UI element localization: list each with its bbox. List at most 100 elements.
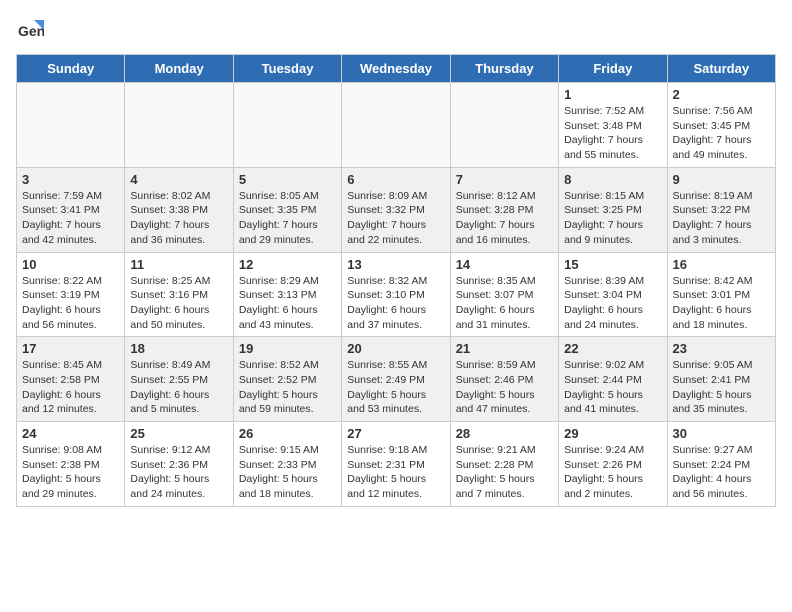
weekday-header-wednesday: Wednesday: [342, 55, 450, 83]
calendar-cell: [125, 83, 233, 168]
calendar-cell: 26 Sunrise: 9:15 AM Sunset: 2:33 PM Dayli…: [233, 422, 341, 507]
day-info: Sunrise: 8:32 AM Sunset: 3:10 PM Dayligh…: [347, 274, 444, 333]
day-number: 16: [673, 257, 770, 272]
day-number: 27: [347, 426, 444, 441]
day-number: 26: [239, 426, 336, 441]
day-info: Sunrise: 8:25 AM Sunset: 3:16 PM Dayligh…: [130, 274, 227, 333]
day-info: Sunrise: 8:45 AM Sunset: 2:58 PM Dayligh…: [22, 358, 119, 417]
calendar-cell: [342, 83, 450, 168]
day-number: 19: [239, 341, 336, 356]
calendar-cell: 25Sunrise: 9:12 AM Sunset: 2:36 PM Dayli…: [125, 422, 233, 507]
day-number: 23: [673, 341, 770, 356]
day-number: 9: [673, 172, 770, 187]
day-info: Sunrise: 8:29 AM Sunset: 3:13 PM Dayligh…: [239, 274, 336, 333]
calendar-cell: 18 Sunrise: 8:49 AM Sunset: 2:55 PM Dayli…: [125, 337, 233, 422]
calendar-week-2: 3Sunrise: 7:59 AM Sunset: 3:41 PM Daylig…: [17, 167, 776, 252]
calendar-week-5: 24 Sunrise: 9:08 AM Sunset: 2:38 PM Dayli…: [17, 422, 776, 507]
day-number: 5: [239, 172, 336, 187]
day-info: Sunrise: 8:02 AM Sunset: 3:38 PM Dayligh…: [130, 189, 227, 248]
day-number: 18: [130, 341, 227, 356]
calendar-cell: 4 Sunrise: 8:02 AM Sunset: 3:38 PM Daylig…: [125, 167, 233, 252]
day-info: Sunrise: 8:49 AM Sunset: 2:55 PM Dayligh…: [130, 358, 227, 417]
day-number: 11: [130, 257, 227, 272]
calendar-cell: 6 Sunrise: 8:09 AM Sunset: 3:32 PM Daylig…: [342, 167, 450, 252]
calendar-cell: 3Sunrise: 7:59 AM Sunset: 3:41 PM Daylig…: [17, 167, 125, 252]
day-number: 24: [22, 426, 119, 441]
day-number: 17: [22, 341, 119, 356]
calendar-week-3: 10Sunrise: 8:22 AM Sunset: 3:19 PM Dayli…: [17, 252, 776, 337]
calendar-cell: 21 Sunrise: 8:59 AM Sunset: 2:46 PM Dayli…: [450, 337, 558, 422]
day-number: 8: [564, 172, 661, 187]
calendar-week-4: 17 Sunrise: 8:45 AM Sunset: 2:58 PM Dayli…: [17, 337, 776, 422]
day-number: 25: [130, 426, 227, 441]
day-info: Sunrise: 7:56 AM Sunset: 3:45 PM Dayligh…: [673, 104, 770, 163]
calendar-cell: 2 Sunrise: 7:56 AM Sunset: 3:45 PM Daylig…: [667, 83, 775, 168]
calendar-week-1: 1 Sunrise: 7:52 AM Sunset: 3:48 PM Daylig…: [17, 83, 776, 168]
calendar-cell: 27Sunrise: 9:18 AM Sunset: 2:31 PM Dayli…: [342, 422, 450, 507]
header: Gen: [16, 16, 776, 44]
calendar-cell: 29 Sunrise: 9:24 AM Sunset: 2:26 PM Dayli…: [559, 422, 667, 507]
calendar-cell: 24 Sunrise: 9:08 AM Sunset: 2:38 PM Dayli…: [17, 422, 125, 507]
day-info: Sunrise: 8:55 AM Sunset: 2:49 PM Dayligh…: [347, 358, 444, 417]
calendar-cell: [450, 83, 558, 168]
logo: Gen: [16, 16, 48, 44]
day-number: 22: [564, 341, 661, 356]
day-number: 15: [564, 257, 661, 272]
day-info: Sunrise: 9:27 AM Sunset: 2:24 PM Dayligh…: [673, 443, 770, 502]
calendar-cell: 30 Sunrise: 9:27 AM Sunset: 2:24 PM Dayli…: [667, 422, 775, 507]
weekday-header-sunday: Sunday: [17, 55, 125, 83]
day-info: Sunrise: 8:12 AM Sunset: 3:28 PM Dayligh…: [456, 189, 553, 248]
day-number: 30: [673, 426, 770, 441]
day-info: Sunrise: 7:59 AM Sunset: 3:41 PM Dayligh…: [22, 189, 119, 248]
day-number: 20: [347, 341, 444, 356]
weekday-header-saturday: Saturday: [667, 55, 775, 83]
day-info: Sunrise: 8:05 AM Sunset: 3:35 PM Dayligh…: [239, 189, 336, 248]
calendar-cell: 1 Sunrise: 7:52 AM Sunset: 3:48 PM Daylig…: [559, 83, 667, 168]
day-info: Sunrise: 8:52 AM Sunset: 2:52 PM Dayligh…: [239, 358, 336, 417]
calendar-cell: 17 Sunrise: 8:45 AM Sunset: 2:58 PM Dayli…: [17, 337, 125, 422]
day-info: Sunrise: 8:39 AM Sunset: 3:04 PM Dayligh…: [564, 274, 661, 333]
day-info: Sunrise: 9:15 AM Sunset: 2:33 PM Dayligh…: [239, 443, 336, 502]
weekday-header-row: SundayMondayTuesdayWednesdayThursdayFrid…: [17, 55, 776, 83]
day-number: 2: [673, 87, 770, 102]
day-number: 4: [130, 172, 227, 187]
calendar-cell: 16 Sunrise: 8:42 AM Sunset: 3:01 PM Dayli…: [667, 252, 775, 337]
day-number: 21: [456, 341, 553, 356]
calendar: SundayMondayTuesdayWednesdayThursdayFrid…: [16, 54, 776, 507]
calendar-cell: [17, 83, 125, 168]
calendar-cell: [233, 83, 341, 168]
calendar-cell: 10Sunrise: 8:22 AM Sunset: 3:19 PM Dayli…: [17, 252, 125, 337]
weekday-header-monday: Monday: [125, 55, 233, 83]
day-info: Sunrise: 9:05 AM Sunset: 2:41 PM Dayligh…: [673, 358, 770, 417]
day-info: Sunrise: 9:02 AM Sunset: 2:44 PM Dayligh…: [564, 358, 661, 417]
weekday-header-friday: Friday: [559, 55, 667, 83]
day-info: Sunrise: 8:22 AM Sunset: 3:19 PM Dayligh…: [22, 274, 119, 333]
weekday-header-tuesday: Tuesday: [233, 55, 341, 83]
calendar-cell: 15 Sunrise: 8:39 AM Sunset: 3:04 PM Dayli…: [559, 252, 667, 337]
day-info: Sunrise: 9:21 AM Sunset: 2:28 PM Dayligh…: [456, 443, 553, 502]
calendar-cell: 14Sunrise: 8:35 AM Sunset: 3:07 PM Dayli…: [450, 252, 558, 337]
calendar-cell: 11 Sunrise: 8:25 AM Sunset: 3:16 PM Dayli…: [125, 252, 233, 337]
day-info: Sunrise: 8:42 AM Sunset: 3:01 PM Dayligh…: [673, 274, 770, 333]
calendar-cell: 13 Sunrise: 8:32 AM Sunset: 3:10 PM Dayli…: [342, 252, 450, 337]
calendar-cell: 12 Sunrise: 8:29 AM Sunset: 3:13 PM Dayli…: [233, 252, 341, 337]
calendar-cell: 7Sunrise: 8:12 AM Sunset: 3:28 PM Daylig…: [450, 167, 558, 252]
day-info: Sunrise: 8:35 AM Sunset: 3:07 PM Dayligh…: [456, 274, 553, 333]
calendar-cell: 19 Sunrise: 8:52 AM Sunset: 2:52 PM Dayli…: [233, 337, 341, 422]
calendar-cell: 28Sunrise: 9:21 AM Sunset: 2:28 PM Dayli…: [450, 422, 558, 507]
day-number: 12: [239, 257, 336, 272]
day-info: Sunrise: 8:09 AM Sunset: 3:32 PM Dayligh…: [347, 189, 444, 248]
day-number: 1: [564, 87, 661, 102]
day-info: Sunrise: 9:24 AM Sunset: 2:26 PM Dayligh…: [564, 443, 661, 502]
day-info: Sunrise: 9:08 AM Sunset: 2:38 PM Dayligh…: [22, 443, 119, 502]
day-number: 29: [564, 426, 661, 441]
day-info: Sunrise: 8:59 AM Sunset: 2:46 PM Dayligh…: [456, 358, 553, 417]
calendar-cell: 8 Sunrise: 8:15 AM Sunset: 3:25 PM Daylig…: [559, 167, 667, 252]
calendar-cell: 5 Sunrise: 8:05 AM Sunset: 3:35 PM Daylig…: [233, 167, 341, 252]
day-number: 13: [347, 257, 444, 272]
day-number: 6: [347, 172, 444, 187]
day-info: Sunrise: 7:52 AM Sunset: 3:48 PM Dayligh…: [564, 104, 661, 163]
day-info: Sunrise: 8:15 AM Sunset: 3:25 PM Dayligh…: [564, 189, 661, 248]
calendar-cell: 20 Sunrise: 8:55 AM Sunset: 2:49 PM Dayli…: [342, 337, 450, 422]
weekday-header-thursday: Thursday: [450, 55, 558, 83]
